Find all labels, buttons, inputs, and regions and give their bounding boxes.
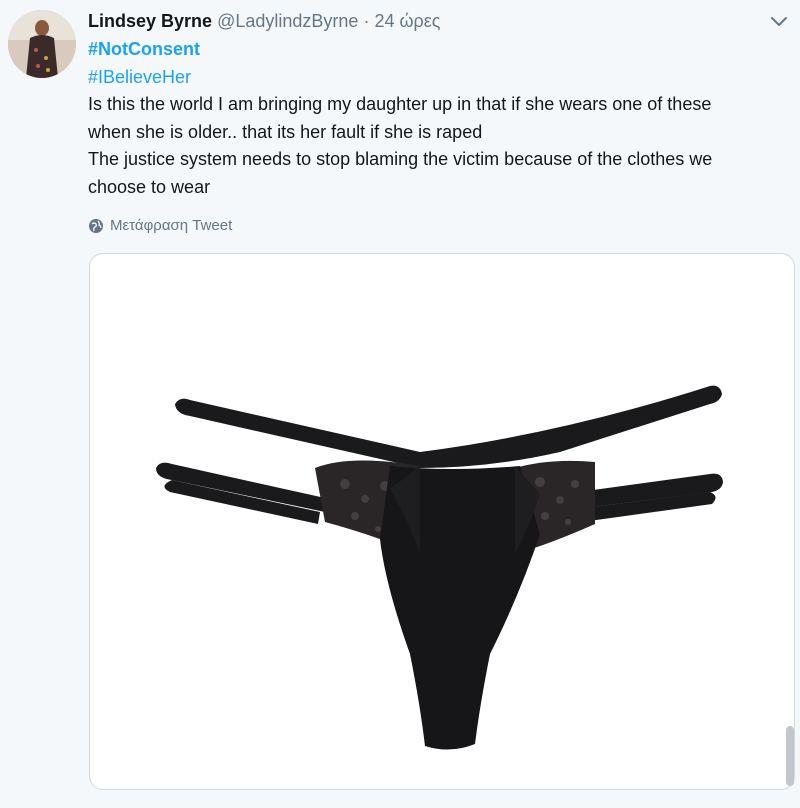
tweet-text-line: Is this the world I am bringing my daugh… [88, 94, 712, 114]
translate-label: Μετάφραση Tweet [110, 217, 233, 234]
tweet: Lindsey Byrne @LadylindzByrne · 24 ώρες … [0, 0, 800, 808]
author-handle[interactable]: @LadylindzByrne [217, 11, 358, 31]
translate-tweet-link[interactable]: Μετάφραση Tweet [88, 216, 232, 236]
avatar[interactable] [8, 10, 76, 78]
chevron-down-icon[interactable] [768, 10, 790, 32]
globe-icon [89, 219, 103, 233]
separator-dot: · [363, 11, 370, 31]
tweet-text: #NotConsent #IBelieveHer Is this the wor… [88, 36, 788, 201]
tweet-text-line: when she is older.. that its her fault i… [88, 121, 483, 142]
product-photo [120, 254, 760, 789]
author-name[interactable]: Lindsey Byrne [88, 11, 212, 31]
media-card[interactable] [89, 253, 795, 790]
hashtag-i-believe-her[interactable]: #IBelieveHer [88, 64, 788, 92]
hashtag-not-consent[interactable]: #NotConsent [88, 36, 788, 64]
tweet-header: Lindsey Byrne @LadylindzByrne · 24 ώρες [88, 10, 440, 32]
avatar-image [8, 10, 76, 78]
scrollbar[interactable] [786, 726, 794, 786]
media-image [120, 254, 760, 789]
tweet-timestamp[interactable]: 24 ώρες [374, 11, 440, 31]
tweet-text-line: choose to wear [88, 176, 211, 197]
tweet-text-line: The justice system needs to stop blaming… [88, 149, 713, 169]
